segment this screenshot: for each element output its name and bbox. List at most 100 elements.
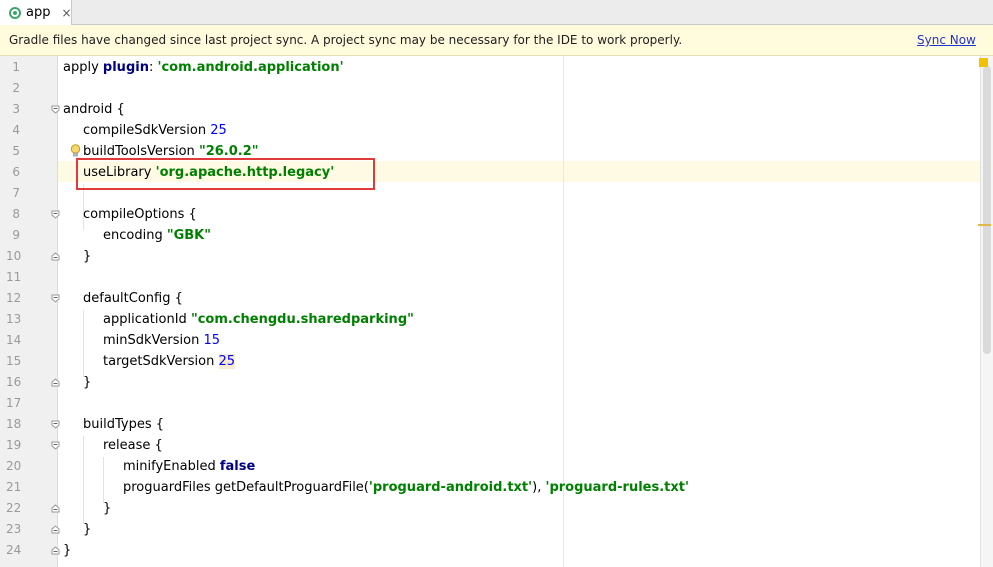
scrollbar-thumb[interactable] — [983, 66, 991, 354]
line-number: 16 — [6, 375, 22, 389]
code-text: buildTypes { — [83, 417, 165, 432]
fold-open-icon[interactable] — [51, 441, 60, 450]
code-line-12: defaultConfig { — [83, 288, 183, 309]
tab-label: app — [26, 5, 51, 20]
line-number: 20 — [6, 459, 22, 473]
code-text: minSdkVersion — [103, 333, 204, 348]
code-line-23: } — [83, 519, 91, 540]
code-line-9: encoding "GBK" — [103, 225, 211, 246]
line-number: 11 — [6, 270, 22, 284]
warning-marker[interactable] — [978, 224, 991, 226]
code-text: compileOptions { — [83, 207, 197, 222]
line-number: 14 — [6, 333, 22, 347]
code-line-19: release { — [103, 435, 163, 456]
code-line-10: } — [83, 246, 91, 267]
code-text: false — [219, 459, 256, 474]
code-text: } — [103, 501, 112, 516]
code-text: minifyEnabled — [123, 459, 220, 474]
line-number: 1 — [12, 60, 20, 74]
indent-guide — [83, 310, 84, 377]
indent-guide — [103, 457, 104, 503]
vertical-scrollbar[interactable] — [980, 56, 993, 567]
line-number: 5 — [12, 144, 20, 158]
code-line-8: compileOptions { — [83, 204, 197, 225]
fold-close-icon[interactable] — [51, 525, 60, 534]
code-text: compileSdkVersion — [83, 123, 211, 138]
code-line-13: applicationId "com.chengdu.sharedparking… — [103, 309, 414, 330]
fold-open-icon[interactable] — [51, 420, 60, 429]
line-number: 22 — [6, 501, 22, 515]
line-number: 7 — [12, 186, 20, 200]
code-text: defaultConfig { — [83, 291, 183, 306]
code-line-21: proguardFiles getDefaultProguardFile('pr… — [123, 477, 689, 498]
line-number: 21 — [6, 480, 22, 494]
line-number: 12 — [6, 291, 22, 305]
line-number: 10 — [6, 249, 22, 263]
code-text: apply — [63, 60, 103, 75]
code-text: 25 — [210, 123, 227, 138]
code-text: 'com.android.application' — [157, 60, 344, 75]
code-line-22: } — [103, 498, 111, 519]
code-line-4: compileSdkVersion 25 — [83, 120, 227, 141]
fold-close-icon[interactable] — [51, 378, 60, 387]
line-number: 19 — [6, 438, 22, 452]
code-text: "com.chengdu.sharedparking" — [190, 312, 414, 327]
indent-guide — [83, 436, 84, 524]
code-text: ), — [532, 480, 546, 495]
code-line-16: } — [83, 372, 91, 393]
code-text: 15 — [203, 333, 221, 348]
line-number: 18 — [6, 417, 22, 431]
code-text: } — [83, 249, 92, 264]
line-number: 23 — [6, 522, 22, 536]
close-icon[interactable]: × — [61, 6, 71, 20]
code-text: release { — [103, 438, 163, 453]
code-text: 25 — [218, 354, 236, 369]
warning-indicator-icon[interactable] — [979, 58, 988, 67]
tab-app[interactable]: app × — [0, 0, 72, 25]
line-number: 9 — [12, 228, 20, 242]
code-text: targetSdkVersion — [103, 354, 219, 369]
sync-now-link[interactable]: Sync Now — [917, 33, 976, 47]
fold-open-icon[interactable] — [51, 105, 60, 114]
code-line-3: android { — [63, 99, 125, 120]
line-number: 8 — [12, 207, 20, 221]
line-number: 15 — [6, 354, 22, 368]
code-text: 'proguard-android.txt' — [368, 480, 533, 495]
code-text: "26.0.2" — [198, 144, 259, 159]
code-text: } — [83, 375, 92, 390]
line-number: 24 — [6, 543, 22, 557]
fold-close-icon[interactable] — [51, 546, 60, 555]
code-line-20: minifyEnabled false — [123, 456, 255, 477]
editor-tab-bar: app × — [0, 0, 993, 25]
line-number: 3 — [12, 102, 20, 116]
gradle-module-icon — [9, 6, 21, 19]
notification-message: Gradle files have changed since last pro… — [9, 33, 683, 47]
code-line-24: } — [63, 540, 71, 561]
code-line-15: targetSdkVersion 25 — [103, 351, 236, 372]
code-text: plugin — [102, 60, 149, 75]
line-number: 6 — [12, 165, 20, 179]
code-text: } — [83, 522, 92, 537]
code-text: proguardFiles getDefaultProguardFile( — [123, 480, 369, 495]
code-text: encoding — [103, 228, 167, 243]
code-line-1: apply plugin: 'com.android.application' — [63, 57, 344, 78]
fold-open-icon[interactable] — [51, 294, 60, 303]
code-line-14: minSdkVersion 15 — [103, 330, 220, 351]
line-number: 13 — [6, 312, 22, 326]
code-text: "GBK" — [166, 228, 212, 243]
fold-close-icon[interactable] — [51, 252, 60, 261]
fold-close-icon[interactable] — [51, 504, 60, 513]
line-number: 4 — [12, 123, 20, 137]
code-text: applicationId — [103, 312, 191, 327]
intention-bulb-icon[interactable] — [70, 144, 81, 158]
gradle-sync-notification: Gradle files have changed since last pro… — [0, 25, 993, 56]
code-text: } — [63, 543, 72, 558]
line-number: 2 — [12, 81, 20, 95]
code-text: 'proguard-rules.txt' — [545, 480, 689, 495]
line-number: 17 — [6, 396, 22, 410]
code-line-18: buildTypes { — [83, 414, 164, 435]
fold-open-icon[interactable] — [51, 210, 60, 219]
highlight-box — [76, 158, 375, 190]
code-text: android { — [63, 102, 125, 117]
code-text: buildToolsVersion — [83, 144, 199, 159]
